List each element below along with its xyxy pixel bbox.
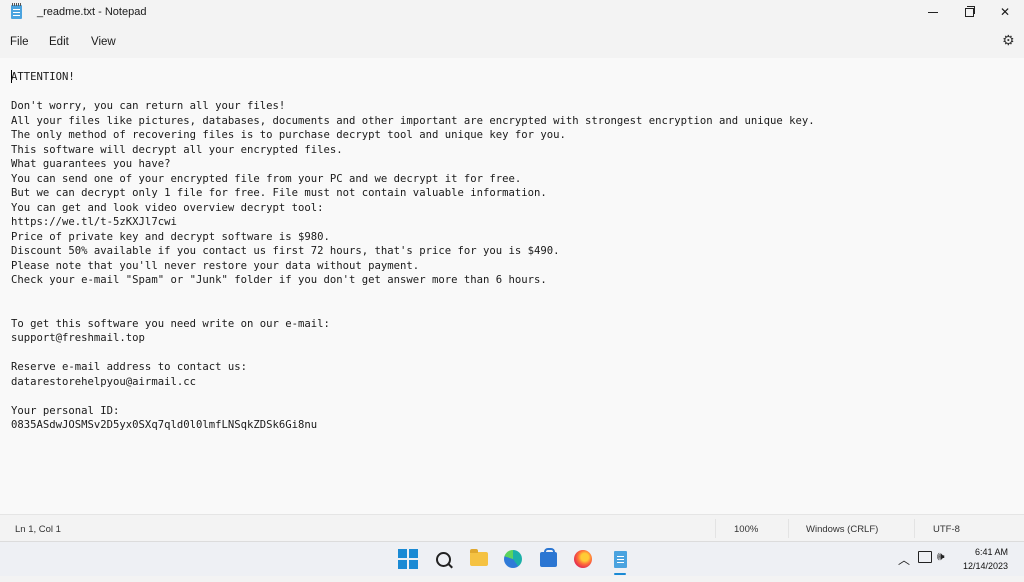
editor-content[interactable]: ATTENTION! Don't worry, you can return a…: [11, 70, 815, 433]
editor-line: To get this software you need write on o…: [11, 317, 330, 330]
menu-view[interactable]: View: [91, 36, 116, 48]
title-bar[interactable]: _readme.txt - Notepad ✕: [0, 0, 1024, 26]
edge-icon[interactable]: [503, 549, 523, 569]
menu-file[interactable]: File: [10, 36, 29, 48]
status-divider: [788, 519, 789, 538]
status-divider: [715, 519, 716, 538]
editor-line: Price of private key and decrypt softwar…: [11, 230, 330, 243]
gear-icon[interactable]: ⚙: [1002, 34, 1016, 48]
editor-line: This software will decrypt all your encr…: [11, 143, 343, 156]
window-title: _readme.txt - Notepad: [37, 6, 147, 18]
notepad-icon: [11, 3, 22, 19]
cursor-position: Ln 1, Col 1: [15, 524, 61, 535]
file-explorer-icon[interactable]: [469, 549, 489, 569]
editor-line: All your files like pictures, databases,…: [11, 114, 815, 127]
restore-icon: [964, 5, 975, 17]
close-button[interactable]: ✕: [987, 0, 1023, 24]
zoom-level: 100%: [734, 524, 759, 535]
store-icon[interactable]: [538, 547, 558, 569]
notepad-window: _readme.txt - Notepad ✕ File Edit View ⚙…: [0, 0, 1024, 582]
editor-line: Your personal ID:: [11, 404, 120, 417]
editor-line: But we can decrypt only 1 file for free.…: [11, 187, 547, 199]
menu-edit[interactable]: Edit: [49, 36, 69, 48]
search-icon[interactable]: [433, 549, 453, 569]
line-ending: Windows (CRLF): [806, 524, 879, 535]
editor-line: Please note that you'll never restore yo…: [11, 259, 420, 272]
encoding: UTF-8: [933, 524, 960, 535]
editor-line: https://we.tl/t-5zKXJl7cwi: [11, 216, 177, 228]
editor-line: datarestorehelpyou@airmail.cc: [11, 375, 196, 388]
network-icon[interactable]: [918, 551, 932, 563]
minimize-button[interactable]: [915, 0, 951, 24]
clock-date[interactable]: 12/14/2023: [963, 561, 1008, 571]
editor-line: What guarantees you have?: [11, 158, 171, 170]
editor-line: 0835ASdwJOSMSv2D5yx0SXq7qld0l0lmfLNSqkZD…: [11, 419, 318, 431]
taskbar: ︿ 🕪 6:41 AM 12/14/2023: [0, 541, 1024, 576]
editor-line: Check your e-mail "Spam" or "Junk" folde…: [11, 274, 547, 286]
close-icon: ✕: [999, 5, 1011, 19]
editor-line: ATTENTION!: [11, 71, 75, 83]
chevron-up-icon[interactable]: ︿: [898, 551, 910, 568]
notepad-taskbar-icon[interactable]: [610, 549, 630, 569]
editor-line: The only method of recovering files is t…: [11, 129, 566, 141]
editor-line: Reserve e-mail address to contact us:: [11, 361, 247, 373]
editor-line: You can send one of your encrypted file …: [11, 172, 522, 185]
text-editor[interactable]: ATTENTION! Don't worry, you can return a…: [0, 58, 1024, 582]
editor-line: support@freshmail.top: [11, 332, 145, 344]
clock-time[interactable]: 6:41 AM: [975, 547, 1008, 557]
start-icon[interactable]: [398, 549, 418, 569]
menu-bar: File Edit View ⚙: [0, 26, 1024, 58]
editor-line: Don't worry, you can return all your fil…: [11, 100, 286, 112]
editor-line: Discount 50% available if you contact us…: [11, 245, 560, 257]
maximize-button[interactable]: [951, 0, 987, 24]
status-divider: [914, 519, 915, 538]
volume-icon[interactable]: 🕪: [937, 549, 945, 564]
minimize-icon: [928, 11, 938, 13]
editor-line: You can get and look video overview decr…: [11, 201, 324, 214]
status-bar: Ln 1, Col 1 100% Windows (CRLF) UTF-8: [0, 514, 1024, 542]
firefox-icon[interactable]: [573, 549, 593, 569]
